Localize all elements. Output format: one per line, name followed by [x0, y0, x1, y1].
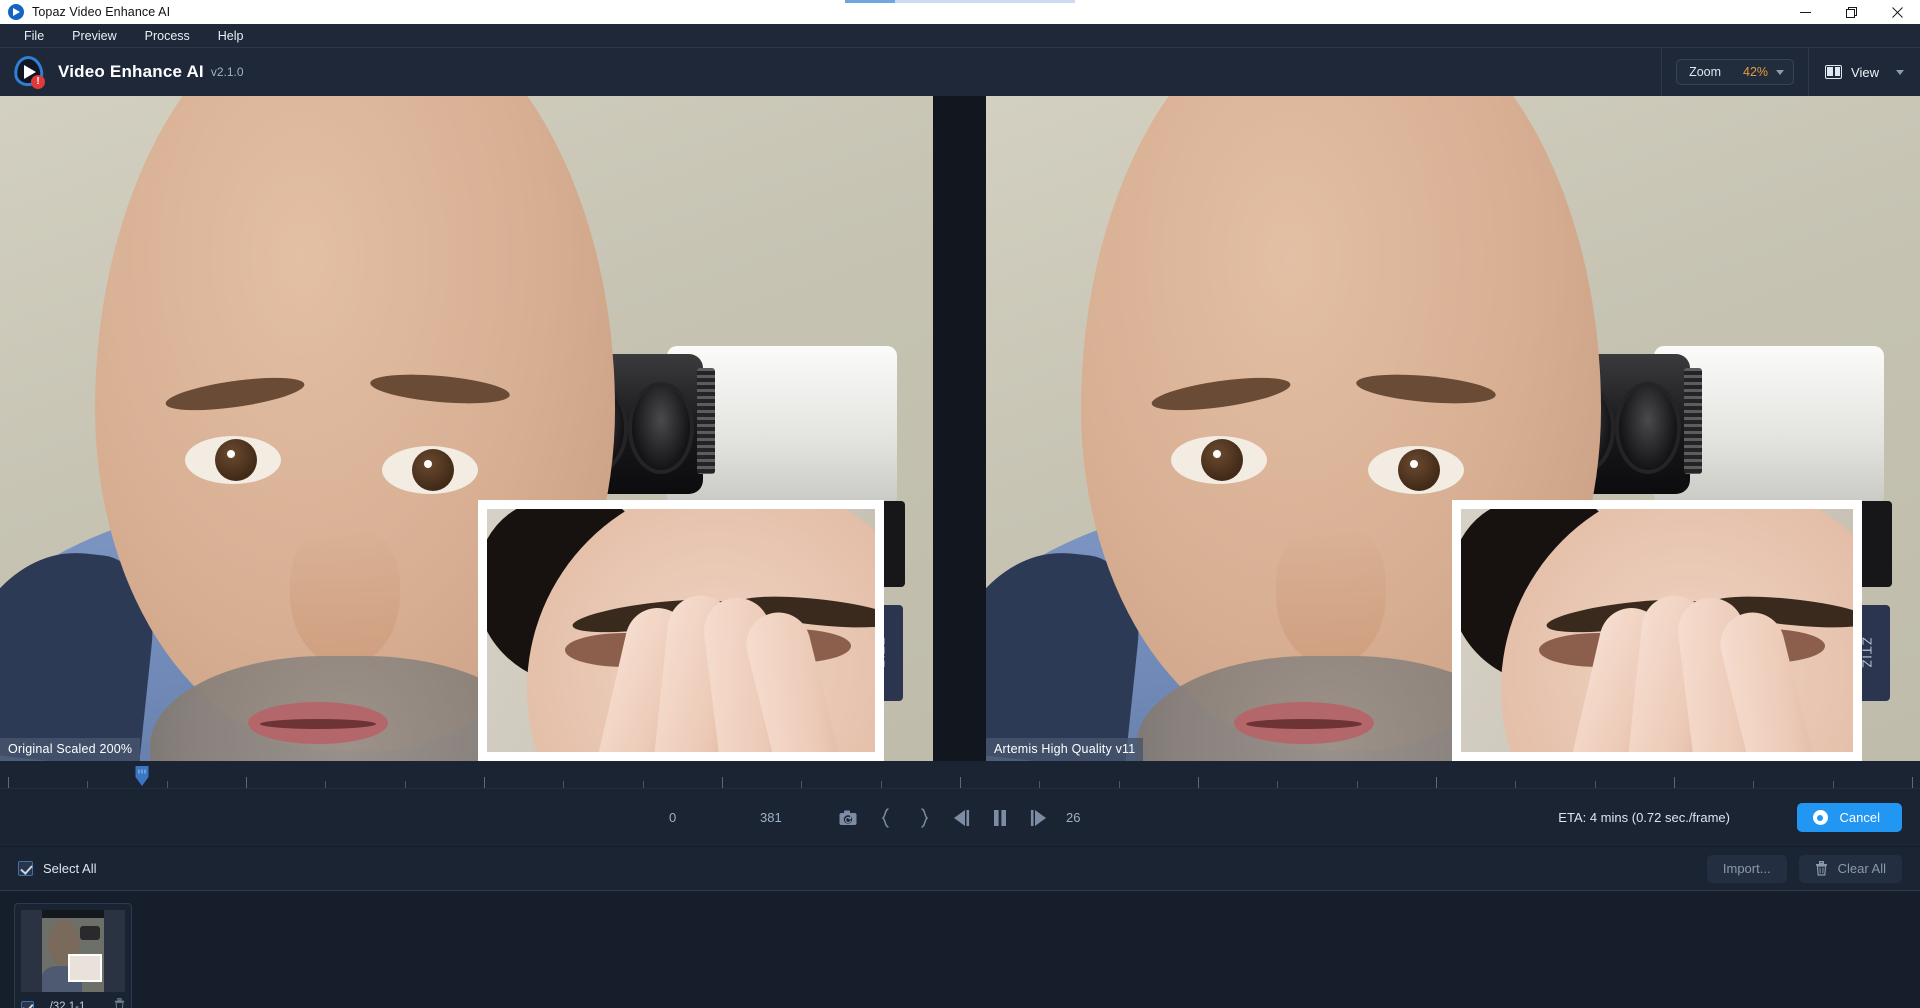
timeline-tick: [1039, 781, 1041, 788]
previous-frame-icon[interactable]: [950, 806, 974, 830]
timeline-tick: [880, 781, 882, 788]
menu-item-file[interactable]: File: [10, 26, 58, 46]
file-toolbar: Select All Import... Clear All: [0, 847, 1920, 891]
brand: ! Video Enhance AI v2.1.0: [0, 54, 244, 89]
pane-divider: [933, 96, 986, 761]
pause-icon[interactable]: [988, 806, 1012, 830]
preview-area: ZTIZ: [0, 96, 1920, 761]
cancel-button-label: Cancel: [1839, 810, 1880, 825]
import-button-label: Import...: [1722, 861, 1771, 876]
view-dropdown[interactable]: View: [1809, 48, 1920, 96]
timeline-tick: [404, 781, 406, 788]
enhanced-pane-label: Artemis High Quality v11: [986, 738, 1144, 761]
snapshot-icon[interactable]: [836, 806, 860, 830]
file-thumbnail: [21, 910, 125, 992]
app-title: Video Enhance AI: [58, 62, 204, 81]
timeline-tick: [801, 781, 803, 788]
total-frames-value: 381: [760, 810, 782, 825]
timeline-tick: [1118, 781, 1120, 788]
split-view-icon: [1825, 65, 1843, 79]
playback-controls: [836, 806, 1050, 830]
zoom-value: 42%: [1743, 65, 1769, 79]
timeline-tick: [325, 781, 327, 788]
zoom-label: Zoom: [1689, 65, 1722, 79]
window-titlebar: Topaz Video Enhance AI: [0, 0, 1920, 24]
timeline-tick: [1515, 781, 1517, 788]
timeline-tick: [1436, 777, 1437, 788]
timeline-tick: [722, 777, 723, 788]
timeline-tick: [1912, 777, 1913, 788]
file-delete-icon[interactable]: [114, 998, 125, 1008]
timeline-playhead[interactable]: [135, 765, 150, 787]
timeline-tick: [642, 781, 644, 788]
timeline-tick: [1594, 781, 1596, 788]
trash-icon: [1815, 861, 1828, 876]
preview-pane-enhanced[interactable]: ZTIZ Artemis High Quality v11: [986, 96, 1920, 761]
window-controls: [1782, 0, 1920, 24]
video-enhance-logo-icon: !: [12, 54, 46, 89]
set-in-point-icon[interactable]: [874, 806, 898, 830]
select-all-checkbox[interactable]: [18, 861, 33, 876]
close-icon[interactable]: [1874, 0, 1920, 24]
timeline-tick: [8, 777, 9, 788]
file-name: .../32 1-1.mp4: [40, 1001, 108, 1008]
clear-all-button[interactable]: Clear All: [1798, 854, 1902, 883]
timeline-tick: [1753, 781, 1755, 788]
header-controls: Zoom 42% View: [1661, 48, 1920, 96]
timeline-tick: [1198, 777, 1199, 788]
timeline-tick: [484, 777, 485, 788]
menu-item-preview[interactable]: Preview: [58, 26, 130, 46]
file-list: .../32 1-1.mp4: [0, 891, 1920, 1008]
stop-icon: [1812, 810, 1828, 825]
picture-in-picture-inset-enhanced: [1452, 500, 1862, 761]
next-frame-icon[interactable]: [1026, 806, 1050, 830]
timeline-tick: [960, 777, 961, 788]
clear-all-label: Clear All: [1837, 861, 1886, 876]
window-title: Topaz Video Enhance AI: [32, 5, 171, 19]
list-item[interactable]: .../32 1-1.mp4: [14, 903, 132, 1008]
maximize-icon[interactable]: [1828, 0, 1874, 24]
import-button[interactable]: Import...: [1706, 854, 1787, 883]
minimize-icon[interactable]: [1782, 0, 1828, 24]
current-frame-value: 26: [1066, 810, 1081, 825]
app-icon: [8, 4, 24, 20]
set-out-point-icon[interactable]: [912, 806, 936, 830]
zoom-control-group: Zoom 42%: [1662, 48, 1808, 96]
timeline-tick: [1277, 781, 1279, 788]
menu-item-help[interactable]: Help: [204, 26, 258, 46]
timeline-ruler[interactable]: [0, 761, 1920, 789]
cancel-button[interactable]: Cancel: [1796, 803, 1902, 832]
timeline-tick: [1832, 781, 1834, 788]
app-version: v2.1.0: [210, 65, 244, 79]
zoom-dropdown[interactable]: Zoom 42%: [1676, 59, 1795, 85]
original-pane-label: Original Scaled 200%: [0, 738, 141, 761]
timeline-tick: [246, 777, 247, 788]
preview-pane-original[interactable]: ZTIZ: [0, 96, 933, 761]
transport-bar: 0 381 26 ETA: 4 mins (0.72 sec./frame) C…: [0, 789, 1920, 847]
picture-in-picture-inset: [478, 500, 884, 761]
chevron-down-icon: [1776, 69, 1785, 75]
menubar: File Preview Process Help: [0, 24, 1920, 48]
update-badge-icon: !: [31, 75, 45, 89]
timeline-tick: [1674, 777, 1675, 788]
menu-item-process[interactable]: Process: [131, 26, 204, 46]
view-label: View: [1851, 64, 1879, 80]
eta-status: ETA: 4 mins (0.72 sec./frame): [1558, 810, 1730, 825]
timeline-tick: [563, 781, 565, 788]
start-frame-value: 0: [669, 810, 677, 825]
titlebar-accent-strip: [845, 0, 1075, 3]
select-all-label: Select All: [43, 861, 97, 876]
timeline-tick: [1356, 781, 1358, 788]
file-checkbox[interactable]: [21, 1000, 34, 1008]
timeline-tick: [166, 781, 168, 788]
chevron-down-icon: [1896, 69, 1904, 75]
app-header: ! Video Enhance AI v2.1.0 Zoom 42% View: [0, 48, 1920, 96]
timeline-tick: [87, 781, 89, 788]
